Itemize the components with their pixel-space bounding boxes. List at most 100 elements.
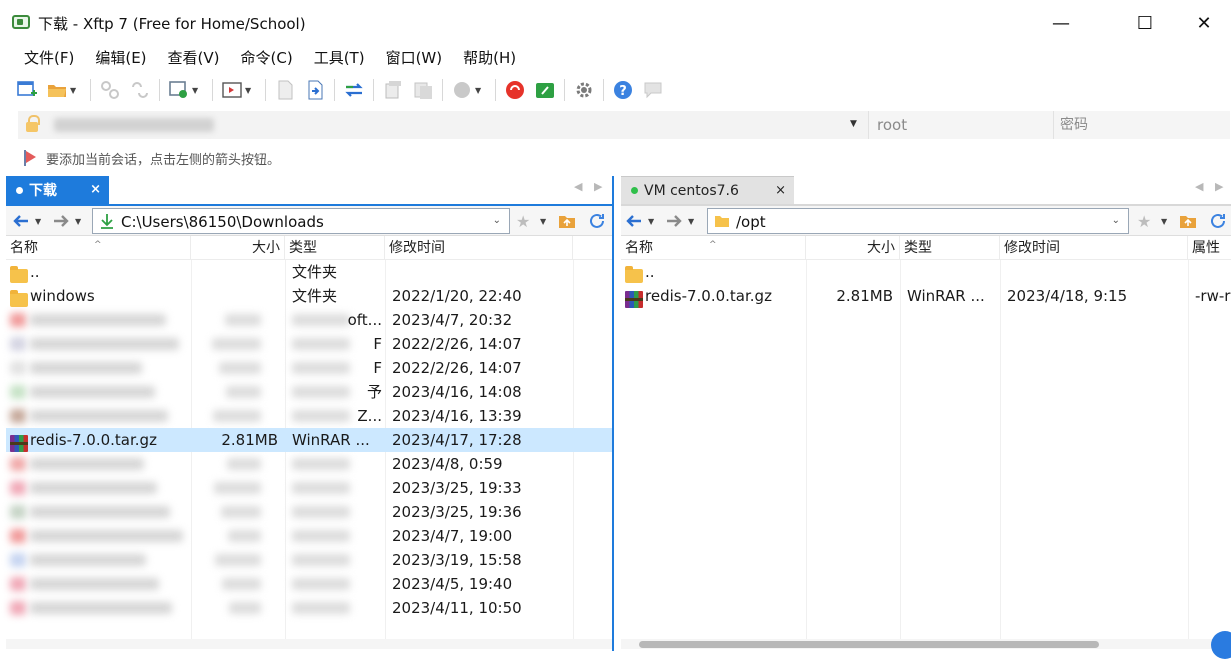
file-row[interactable]: 2023/3/25, 19:33: [6, 476, 612, 500]
password-input[interactable]: 密码: [1053, 111, 1230, 139]
floating-assistant-icon[interactable]: [1211, 631, 1231, 659]
col-size[interactable]: 大小: [806, 236, 900, 260]
file-row[interactable]: windows 文件夹 2022/1/20, 22:40: [6, 284, 612, 308]
xftp-button[interactable]: [532, 77, 558, 103]
scrollbar-thumb[interactable]: [639, 641, 1099, 648]
file-row[interactable]: 2023/4/11, 10:50: [6, 596, 612, 620]
back-arrow-icon[interactable]: [625, 212, 643, 230]
toolbar-separator: [495, 79, 496, 101]
upload-button[interactable]: [272, 77, 298, 103]
tab-label: VM centos7.6: [644, 182, 739, 199]
file-icon: [10, 408, 28, 423]
feedback-button[interactable]: [640, 77, 666, 103]
chevron-down-icon[interactable]: ▼: [475, 86, 485, 95]
new-session-button[interactable]: [14, 77, 40, 103]
options-button[interactable]: [571, 77, 597, 103]
menu-edit[interactable]: 编辑(E): [81, 44, 153, 72]
download-button[interactable]: [302, 77, 328, 103]
tab-scroll-left-icon[interactable]: ◀: [1195, 180, 1203, 193]
file-row[interactable]: Z... 2023/4/16, 13:39: [6, 404, 612, 428]
chevron-down-icon[interactable]: ⌄: [1112, 215, 1120, 226]
chevron-down-icon[interactable]: ▼: [540, 217, 546, 226]
connect-button[interactable]: [97, 77, 123, 103]
close-button[interactable]: ✕: [1181, 6, 1227, 40]
col-name[interactable]: 名称 ^: [621, 236, 806, 260]
menu-file[interactable]: 文件(F): [10, 44, 81, 72]
remote-horizontal-scrollbar[interactable]: [621, 639, 1231, 649]
copy-button[interactable]: [380, 77, 406, 103]
menu-help[interactable]: 帮助(H): [449, 44, 523, 72]
file-row[interactable]: 2023/3/25, 19:36: [6, 500, 612, 524]
transfer-status-button[interactable]: [449, 77, 475, 103]
help-button[interactable]: ?: [610, 77, 636, 103]
close-icon[interactable]: ×: [775, 183, 786, 198]
folder-up-icon[interactable]: [1179, 212, 1197, 230]
chevron-down-icon[interactable]: ▼: [648, 217, 654, 226]
chevron-down-icon[interactable]: ▼: [688, 217, 694, 226]
file-row[interactable]: F 2022/2/26, 14:07: [6, 332, 612, 356]
session-settings-button[interactable]: [166, 77, 192, 103]
star-icon[interactable]: ★: [1137, 212, 1155, 231]
title-bar: 下载 - Xftp 7 (Free for Home/School) — ☐ ✕: [0, 0, 1231, 44]
menu-view[interactable]: 查看(V): [154, 44, 227, 72]
maximize-button[interactable]: ☐: [1122, 6, 1168, 40]
menu-window[interactable]: 窗口(W): [372, 44, 450, 72]
file-row[interactable]: 2023/4/5, 19:40: [6, 572, 612, 596]
col-size[interactable]: 大小: [191, 236, 285, 260]
terminal-button[interactable]: [219, 77, 245, 103]
tab-scroll-left-icon[interactable]: ◀: [574, 180, 582, 193]
open-session-button[interactable]: [44, 77, 70, 103]
chevron-down-icon[interactable]: ▼: [850, 119, 857, 129]
forward-arrow-icon[interactable]: [52, 212, 70, 230]
chevron-down-icon[interactable]: ▼: [70, 86, 80, 95]
col-attributes[interactable]: 属性: [1188, 236, 1231, 260]
disconnect-button[interactable]: [127, 77, 153, 103]
chevron-down-icon[interactable]: ▼: [1161, 217, 1167, 226]
local-path-input[interactable]: C:\Users\86150\Downloads ⌄: [92, 208, 510, 234]
back-arrow-icon[interactable]: [12, 212, 30, 230]
file-row[interactable]: F 2022/2/26, 14:07: [6, 356, 612, 380]
host-input[interactable]: [54, 118, 214, 132]
tab-remote-session[interactable]: VM centos7.6 ×: [621, 176, 794, 204]
file-row[interactable]: oft... 2023/4/7, 20:32: [6, 308, 612, 332]
menu-tools[interactable]: 工具(T): [300, 44, 372, 72]
star-icon[interactable]: ★: [516, 212, 534, 231]
file-row[interactable]: 2023/3/19, 15:58: [6, 548, 612, 572]
file-row[interactable]: redis-7.0.0.tar.gz 2.81MB WinRAR ... 2023/4…: [621, 284, 1231, 308]
col-type[interactable]: 类型: [900, 236, 1000, 260]
forward-arrow-icon[interactable]: [665, 212, 683, 230]
connect-icon: [101, 81, 119, 99]
col-type[interactable]: 类型: [285, 236, 385, 260]
close-icon[interactable]: ×: [90, 182, 101, 197]
tab-local-downloads[interactable]: 下载 ×: [6, 176, 109, 204]
col-modified[interactable]: 修改时间: [385, 236, 573, 260]
file-row[interactable]: 2023/4/8, 0:59: [6, 452, 612, 476]
chevron-down-icon[interactable]: ▼: [192, 86, 202, 95]
refresh-icon[interactable]: [588, 212, 606, 230]
folder-up-icon[interactable]: [558, 212, 576, 230]
minimize-button[interactable]: —: [1038, 6, 1084, 40]
chevron-down-icon[interactable]: ▼: [245, 86, 255, 95]
chevron-down-icon[interactable]: ⌄: [493, 215, 501, 226]
username-input[interactable]: root: [868, 111, 1053, 139]
tab-scroll-right-icon[interactable]: ▶: [594, 180, 602, 193]
col-name[interactable]: 名称 ^: [6, 236, 191, 260]
remote-path-input[interactable]: /opt ⌄: [707, 208, 1129, 234]
sync-button[interactable]: [341, 77, 367, 103]
file-row[interactable]: redis-7.0.0.tar.gz 2.81MB WinRAR ... 2023/4…: [6, 428, 612, 452]
copy-icon: [385, 81, 401, 99]
paste-button[interactable]: [410, 77, 436, 103]
file-row[interactable]: 2023/4/7, 19:00: [6, 524, 612, 548]
file-row[interactable]: 予 2023/4/16, 14:08: [6, 380, 612, 404]
refresh-icon[interactable]: [1209, 212, 1227, 230]
col-modified[interactable]: 修改时间: [1000, 236, 1188, 260]
tab-scroll-right-icon[interactable]: ▶: [1215, 180, 1223, 193]
file-name: [30, 452, 190, 476]
menu-command[interactable]: 命令(C): [227, 44, 300, 72]
file-row[interactable]: .. 文件夹: [6, 260, 612, 284]
file-row[interactable]: ..: [621, 260, 1231, 284]
chevron-down-icon[interactable]: ▼: [35, 217, 41, 226]
chevron-down-icon[interactable]: ▼: [75, 217, 81, 226]
xshell-button[interactable]: [502, 77, 528, 103]
local-horizontal-scrollbar[interactable]: [6, 639, 612, 649]
